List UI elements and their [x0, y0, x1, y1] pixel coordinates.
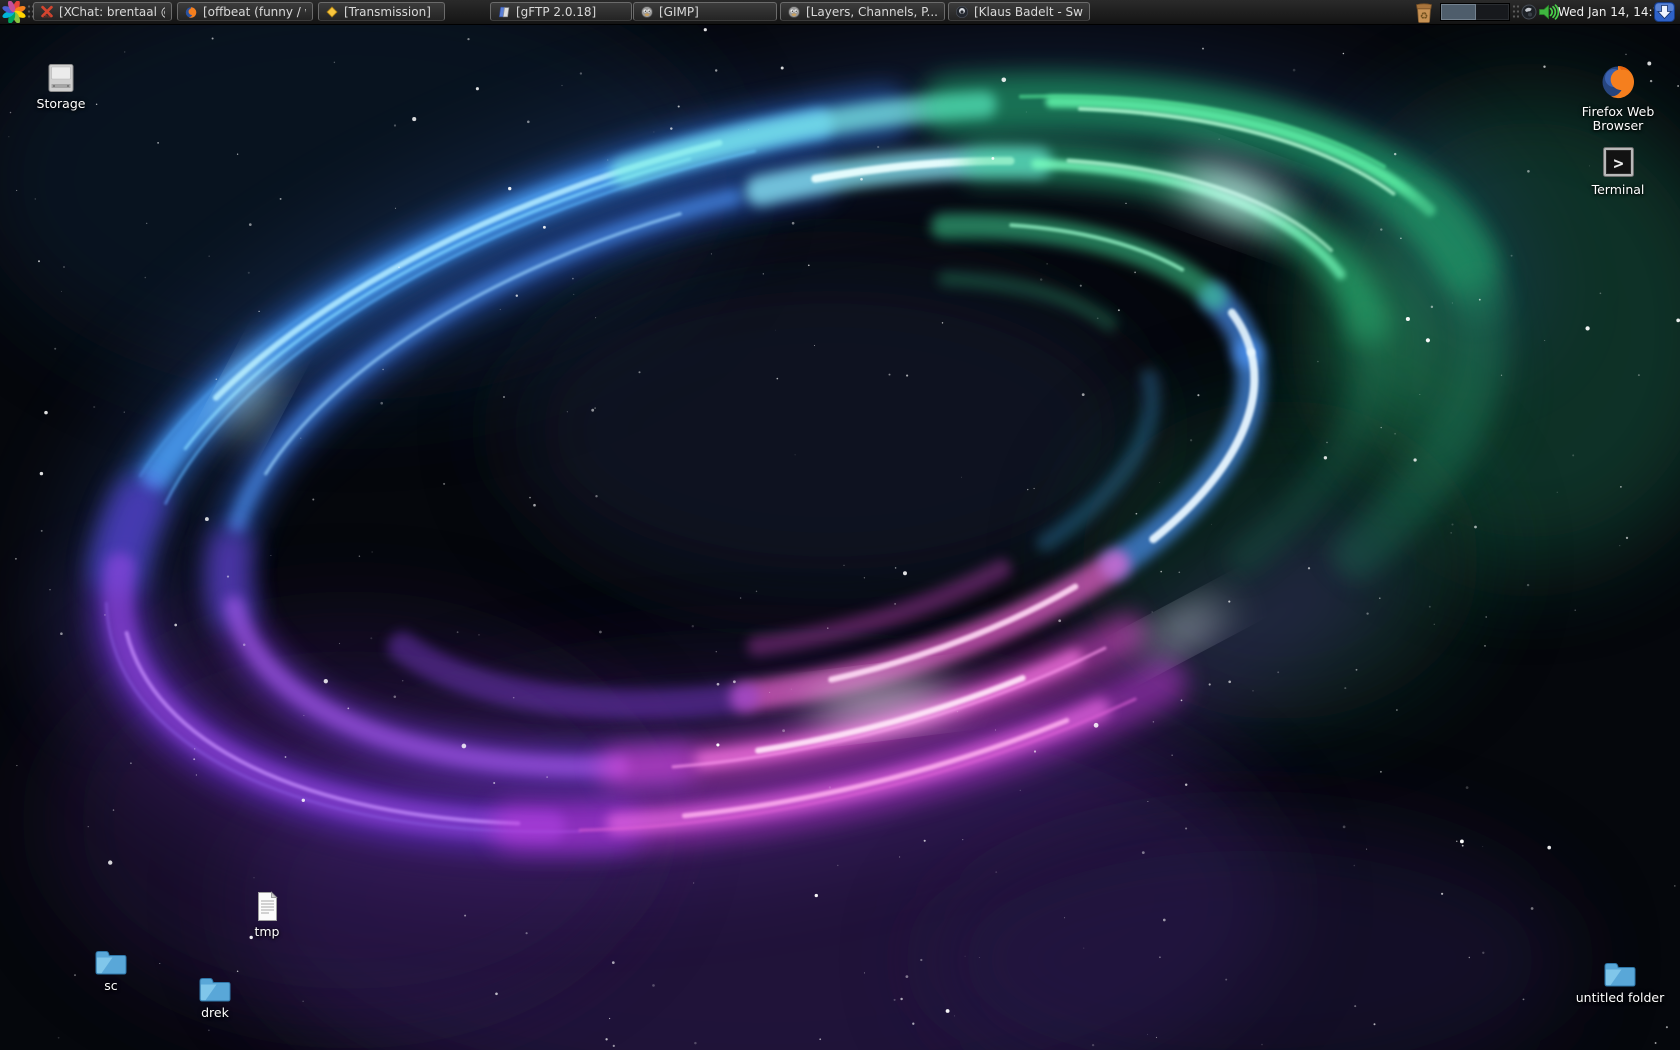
desktop-icon-label: sc — [104, 979, 117, 993]
taskbar-window-button-6[interactable]: [Layers, Channels, P... — [780, 2, 945, 21]
taskbar-window-button-7[interactable]: [Klaus Badelt - Swor... — [948, 2, 1090, 21]
trash-applet[interactable]: ♻ — [1413, 2, 1435, 23]
workspace-switcher[interactable] — [1440, 3, 1510, 21]
speaker-icon — [1538, 4, 1559, 20]
transmission-icon — [325, 5, 339, 19]
svg-text:chat: chat — [43, 13, 52, 18]
window-title: [XChat: brentaal @ N... — [59, 5, 165, 19]
workspace-1[interactable] — [1441, 4, 1476, 20]
volume-applet[interactable] — [1538, 4, 1559, 20]
firefox-icon — [1597, 60, 1639, 102]
network-globe-applet[interactable] — [1521, 4, 1537, 20]
svg-text:♻: ♻ — [1420, 11, 1429, 22]
desktop-icon-tmp[interactable]: tmp — [219, 891, 315, 939]
desktop-icon-sc[interactable]: sc — [63, 947, 159, 993]
workspace-2[interactable] — [1476, 4, 1510, 20]
window-title: [Transmission] — [344, 5, 431, 19]
clock[interactable]: Wed Jan 14, 14:19 — [1558, 0, 1652, 24]
top-panel: chat [XChat: brentaal @ N... [offbeat (fun… — [0, 0, 1680, 25]
desktop-icon-label: Terminal — [1592, 183, 1645, 197]
window-title: [Klaus Badelt - Swor... — [974, 5, 1083, 19]
taskbar-window-button-3[interactable]: [Transmission] — [318, 2, 445, 21]
gimp-icon — [640, 5, 654, 19]
window-title: [offbeat (funny / weir... — [203, 5, 306, 19]
panel-drag-handle-right[interactable] — [1512, 4, 1519, 20]
desktop-icon-label: drek — [201, 1006, 229, 1020]
gimp-icon — [787, 5, 801, 19]
drive-icon — [44, 63, 78, 94]
folder-icon — [197, 974, 233, 1003]
svg-text:>: > — [1613, 154, 1623, 174]
window-title: [Layers, Channels, P... — [806, 5, 938, 19]
taskbar-window-button-4[interactable]: [gFTP 2.0.18] — [490, 2, 632, 21]
document-icon — [255, 891, 280, 922]
desktop-icon-drek[interactable]: drek — [167, 974, 263, 1020]
window-title: [gFTP 2.0.18] — [516, 5, 596, 19]
desktop-icon-label: Firefox Web Browser — [1570, 105, 1666, 134]
desktop-icon-label: Storage — [37, 97, 86, 111]
desktop-icon-label: untitled folder — [1576, 991, 1664, 1005]
desktop-icon-storage[interactable]: Storage — [13, 63, 109, 111]
folder-icon — [93, 947, 129, 976]
gftp-icon — [497, 5, 511, 19]
window-title: [GIMP] — [659, 5, 699, 19]
globe-icon — [1521, 4, 1537, 20]
distro-pinwheel-icon — [2, 1, 26, 23]
xchat-icon: chat — [40, 5, 54, 19]
download-arrow-icon — [1654, 2, 1675, 22]
amarok-icon — [955, 5, 969, 19]
download-applet[interactable] — [1654, 2, 1675, 22]
desktop-icon-label: tmp — [254, 925, 279, 939]
terminal-icon: > — [1600, 144, 1637, 180]
taskbar-window-button-1[interactable]: chat [XChat: brentaal @ N... — [33, 2, 172, 21]
taskbar-window-button-5[interactable]: [GIMP] — [633, 2, 777, 21]
folder-icon — [1602, 959, 1638, 988]
firefox-icon — [184, 5, 198, 19]
taskbar-window-button-2[interactable]: [offbeat (funny / weir... — [177, 2, 313, 21]
trash-icon: ♻ — [1413, 2, 1435, 23]
desktop-icon-firefox[interactable]: Firefox Web Browser — [1570, 60, 1666, 134]
desktop-screen: Storage Firefox Web Browser > Terminal tmp sc… — [0, 0, 1680, 1050]
applications-menu-button[interactable] — [2, 1, 26, 23]
desktop-icon-untitled-folder[interactable]: untitled folder — [1572, 959, 1668, 1005]
desktop-icon-terminal[interactable]: > Terminal — [1570, 144, 1666, 197]
